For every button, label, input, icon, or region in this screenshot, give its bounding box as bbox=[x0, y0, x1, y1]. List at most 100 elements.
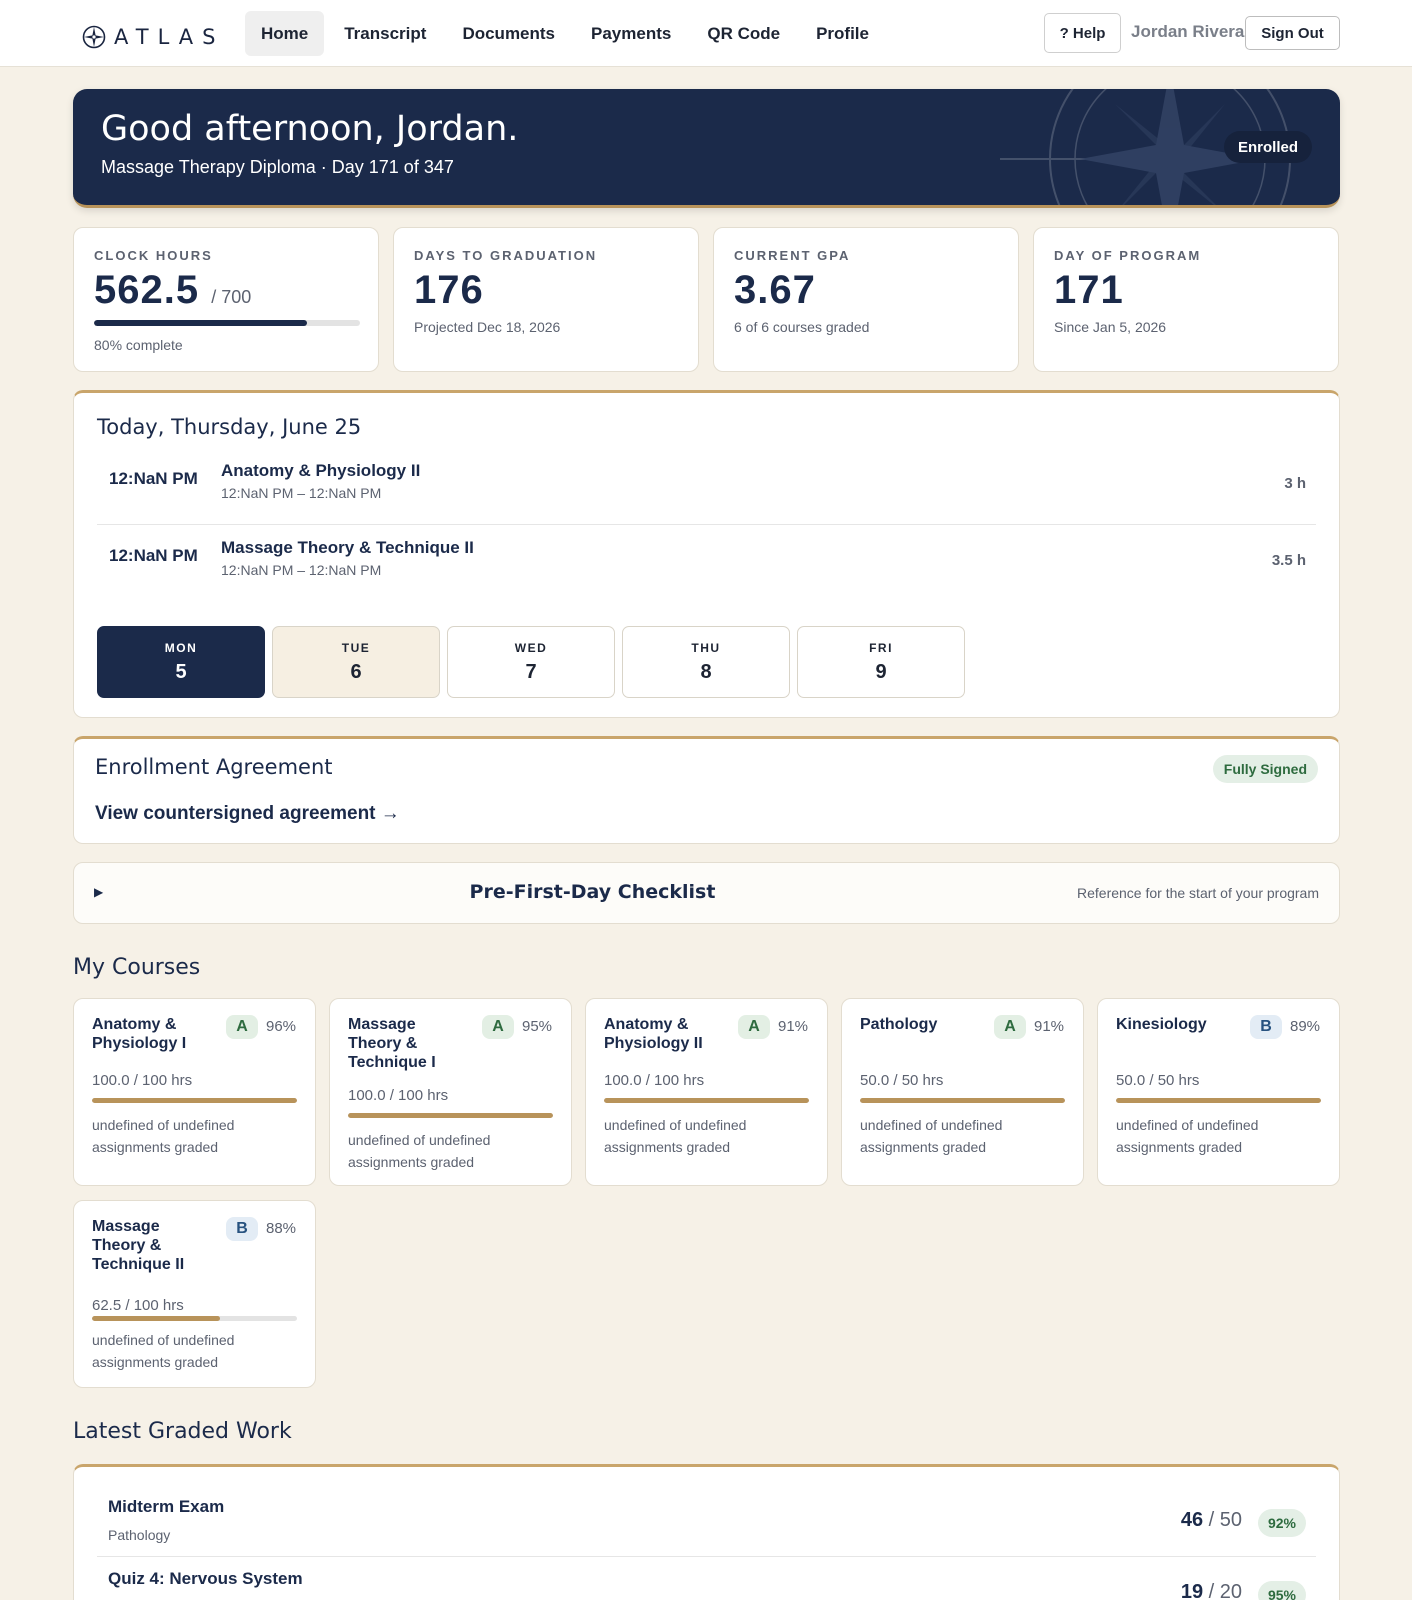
view-agreement-link[interactable]: View countersigned agreement → bbox=[95, 803, 400, 825]
nav-payments[interactable]: Payments bbox=[575, 11, 687, 56]
user-name[interactable]: Jordan Rivera bbox=[1131, 22, 1244, 42]
nav-home[interactable]: Home bbox=[245, 11, 325, 56]
course-card[interactable]: Pathology A 91% 50.0 / 50 hrs undefined … bbox=[841, 998, 1084, 1186]
graded-row[interactable]: Midterm Exam Pathology 46 / 50 92% bbox=[97, 1485, 1316, 1557]
grade-badge: A bbox=[482, 1015, 514, 1039]
schedule-hours: 3 h bbox=[1284, 475, 1306, 492]
course-name: Massage Theory & Technique II bbox=[92, 1218, 185, 1273]
nav-transcript[interactable]: Transcript bbox=[328, 11, 442, 56]
course-progress-bar bbox=[92, 1316, 297, 1321]
clock-hours-value: 562.5 bbox=[94, 268, 200, 312]
grade-badge: A bbox=[226, 1015, 258, 1039]
atlas-logo[interactable]: ATLAS bbox=[82, 24, 224, 50]
graded-row[interactable]: Quiz 4: Nervous System 19 / 20 95% bbox=[97, 1557, 1316, 1600]
day-wed[interactable]: WED 7 bbox=[447, 626, 615, 698]
course-progress-fill bbox=[92, 1316, 221, 1321]
course-progress-bar bbox=[348, 1113, 553, 1118]
nav-documents[interactable]: Documents bbox=[446, 11, 571, 56]
course-percent: 91% bbox=[1034, 1018, 1065, 1035]
score-total: / 20 bbox=[1208, 1581, 1242, 1600]
clock-hours-progress-bar bbox=[94, 320, 360, 326]
day-number: 9 bbox=[875, 660, 887, 683]
today-schedule-card: Today, Thursday, June 25 12:NaN PM Anato… bbox=[73, 390, 1340, 718]
course-assignments: undefined of undefined assignments grade… bbox=[604, 1117, 747, 1155]
nav-qr-code[interactable]: QR Code bbox=[691, 11, 796, 56]
graded-item-name: Midterm Exam bbox=[108, 1497, 225, 1516]
course-card[interactable]: Massage Theory & Technique I A 95% 100.0… bbox=[329, 998, 572, 1186]
greeting: Good afternoon, Jordan. bbox=[101, 109, 519, 149]
graded-item-name: Quiz 4: Nervous System bbox=[108, 1569, 303, 1588]
stat-clock-hours: CLOCK HOURS 562.5 / 700 80% complete bbox=[73, 227, 379, 372]
course-progress-bar bbox=[860, 1098, 1065, 1103]
graded-percent-badge: 92% bbox=[1257, 1509, 1306, 1537]
day-number: 7 bbox=[525, 660, 537, 683]
course-assignments: undefined of undefined assignments grade… bbox=[860, 1117, 1003, 1155]
course-progress-fill bbox=[92, 1098, 297, 1103]
compass-icon bbox=[82, 25, 106, 49]
enrollment-status-badge: Enrolled bbox=[1223, 131, 1312, 163]
course-card[interactable]: Kinesiology B 89% 50.0 / 50 hrs undefine… bbox=[1097, 998, 1340, 1186]
checklist-note: Reference for the start of your program bbox=[1077, 885, 1319, 901]
welcome-banner: Good afternoon, Jordan. Massage Therapy … bbox=[73, 89, 1340, 208]
nav-profile[interactable]: Profile bbox=[800, 11, 885, 56]
course-progress-fill bbox=[860, 1098, 1065, 1103]
stat-days-to-graduation: DAYS TO GRADUATION 176 Projected Dec 18,… bbox=[393, 227, 699, 372]
day-name: TUE bbox=[341, 640, 371, 655]
stat-sub: 80% complete bbox=[94, 337, 183, 353]
schedule-row[interactable]: 12:NaN PM Anatomy & Physiology II 12:NaN… bbox=[97, 449, 1316, 525]
stat-label: CURRENT GPA bbox=[734, 248, 851, 263]
graded-percent-badge: 95% bbox=[1257, 1581, 1306, 1600]
day-thu[interactable]: THU 8 bbox=[622, 626, 790, 698]
stat-label: CLOCK HOURS bbox=[94, 248, 213, 263]
day-tue[interactable]: TUE 6 bbox=[272, 626, 440, 698]
course-hours: 100.0 / 100 hrs bbox=[92, 1072, 193, 1089]
week-day-picker: MON 5 TUE 6 WED 7 THU 8 FRI 9 bbox=[97, 626, 965, 698]
day-mon[interactable]: MON 5 bbox=[97, 626, 265, 698]
course-name: Pathology bbox=[860, 1016, 938, 1033]
today-title: Today, Thursday, June 25 bbox=[97, 415, 362, 439]
stat-current-gpa: CURRENT GPA 3.67 6 of 6 courses graded bbox=[713, 227, 1019, 372]
score-earned: 19 bbox=[1180, 1581, 1204, 1600]
course-card[interactable]: Anatomy & Physiology I A 96% 100.0 / 100… bbox=[73, 998, 316, 1186]
course-name: Kinesiology bbox=[1116, 1016, 1207, 1033]
day-name: THU bbox=[691, 640, 721, 655]
day-number: 6 bbox=[350, 660, 362, 683]
clock-hours-total: / 700 bbox=[211, 287, 252, 307]
sign-out-button[interactable]: Sign Out bbox=[1245, 16, 1340, 50]
stat-sub: Since Jan 5, 2026 bbox=[1054, 319, 1167, 335]
course-progress-bar bbox=[1116, 1098, 1321, 1103]
schedule-hours: 3.5 h bbox=[1271, 552, 1306, 569]
day-name: WED bbox=[514, 640, 548, 655]
course-name: Anatomy & Physiology II bbox=[604, 1016, 703, 1052]
course-hours: 50.0 / 50 hrs bbox=[1116, 1072, 1200, 1089]
schedule-row[interactable]: 12:NaN PM Massage Theory & Technique II … bbox=[97, 526, 1316, 602]
course-name: Anatomy & Physiology I bbox=[92, 1016, 187, 1052]
day-fri[interactable]: FRI 9 bbox=[797, 626, 965, 698]
pre-first-day-checklist[interactable]: ▶ Pre-First-Day Checklist Reference for … bbox=[73, 862, 1340, 924]
graded-score: 46 / 50 bbox=[1181, 1509, 1242, 1532]
agreement-status-badge: Fully Signed bbox=[1212, 755, 1318, 783]
course-card[interactable]: Massage Theory & Technique II B 88% 62.5… bbox=[73, 1200, 316, 1388]
brand-name: ATLAS bbox=[114, 25, 225, 49]
course-hours: 100.0 / 100 hrs bbox=[604, 1072, 705, 1089]
course-percent: 89% bbox=[1290, 1018, 1321, 1035]
grade-badge: A bbox=[738, 1015, 770, 1039]
course-progress-fill bbox=[604, 1098, 809, 1103]
course-card[interactable]: Anatomy & Physiology II A 91% 100.0 / 10… bbox=[585, 998, 828, 1186]
graded-score: 19 / 20 bbox=[1181, 1581, 1242, 1600]
graded-item-course: Pathology bbox=[108, 1527, 171, 1543]
stat-value: 176 bbox=[414, 268, 484, 312]
grade-badge: B bbox=[226, 1217, 258, 1241]
day-name: MON bbox=[164, 640, 198, 655]
score-total: / 50 bbox=[1208, 1509, 1242, 1531]
stat-value: 171 bbox=[1054, 268, 1124, 312]
latest-graded-heading: Latest Graded Work bbox=[73, 1419, 292, 1444]
stat-label: DAY OF PROGRAM bbox=[1054, 248, 1202, 263]
score-earned: 46 bbox=[1180, 1509, 1204, 1531]
my-courses-heading: My Courses bbox=[73, 955, 201, 980]
help-button[interactable]: ? Help bbox=[1044, 13, 1121, 53]
course-hours: 50.0 / 50 hrs bbox=[860, 1072, 944, 1089]
agreement-title: Enrollment Agreement bbox=[95, 755, 333, 779]
course-progress-fill bbox=[348, 1113, 553, 1118]
course-percent: 95% bbox=[522, 1018, 553, 1035]
